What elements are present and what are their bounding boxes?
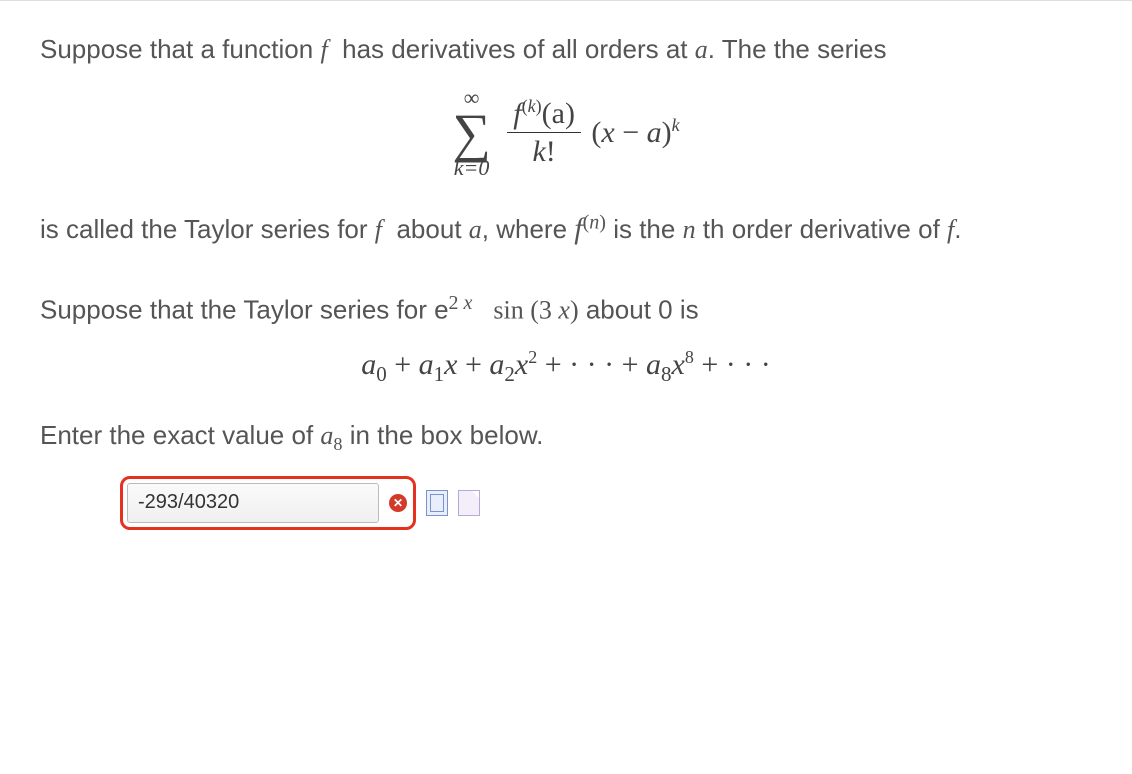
preview-icon (426, 490, 448, 516)
taylor-formula: ∞ ∑ k=0 f(k)(a) k! (x − a)k (40, 87, 1092, 180)
sum-lower: k=0 (454, 157, 490, 179)
text: Enter the exact value of (40, 420, 320, 450)
series-formula: a0 + a1x + a2x2 + · · · + a8x8 + · · · (40, 347, 1092, 387)
text: Suppose that the Taylor series for e (40, 294, 449, 324)
fraction-bar (507, 132, 581, 133)
close-icon: ✕ (389, 494, 407, 512)
answer-prompt: Enter the exact value of a8 in the box b… (40, 417, 1092, 458)
symbol-f: f (513, 97, 521, 130)
text: has derivatives of all orders at (335, 34, 695, 64)
symbol-a: a (320, 421, 333, 450)
symbol-f: f (375, 215, 382, 244)
answer-box-wrong: ✕ (120, 476, 416, 530)
intro-text: Suppose that a function f has derivative… (40, 31, 1092, 69)
sin: sin (487, 295, 530, 324)
answer-input[interactable] (127, 483, 379, 523)
help-button[interactable] (458, 492, 480, 514)
symbol-f: f (320, 35, 327, 64)
sigma-symbol: ∑ (452, 109, 491, 158)
numerator: f(k)(a) (507, 97, 581, 130)
question-container: Suppose that a function f has derivative… (0, 0, 1132, 570)
preview-button[interactable] (426, 492, 448, 514)
symbol-a: a (469, 215, 482, 244)
problem-text: Suppose that the Taylor series for e2 x … (40, 289, 1092, 329)
text: is called the Taylor series for (40, 214, 375, 244)
text: . (954, 214, 961, 244)
text: Suppose that a function (40, 34, 320, 64)
denominator: k! (526, 135, 561, 168)
tail-term: (x − a)k (591, 116, 679, 149)
superscript-n: (n) (583, 212, 606, 234)
text: about (389, 214, 469, 244)
text: is the (613, 214, 682, 244)
symbol-n: n (683, 215, 696, 244)
text: . The the series (708, 34, 887, 64)
sigma-sum: ∞ ∑ k=0 (452, 87, 491, 180)
text: th order derivative of (696, 214, 947, 244)
document-icon (458, 490, 480, 516)
definition-text: is called the Taylor series for f about … (40, 207, 1092, 251)
answer-row: ✕ (120, 476, 1092, 530)
clear-button[interactable]: ✕ (387, 492, 409, 514)
text: in the box below. (342, 420, 543, 450)
symbol-f: f (574, 212, 582, 245)
text: about 0 is (579, 294, 699, 324)
symbol-a: a (695, 35, 708, 64)
fraction: f(k)(a) k! (507, 97, 581, 168)
argument: (a) (542, 97, 575, 130)
text: , where (482, 214, 575, 244)
